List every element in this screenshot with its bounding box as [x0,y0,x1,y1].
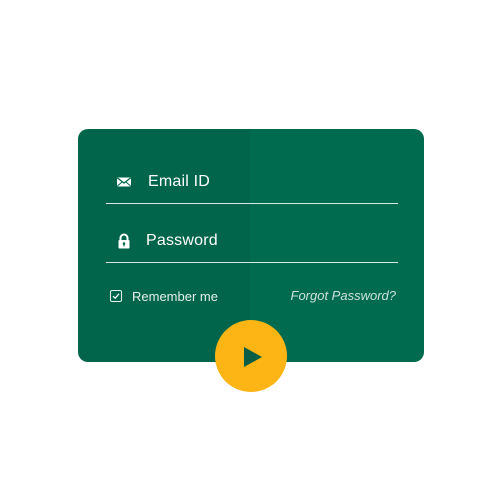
checkbox-box[interactable] [110,290,122,302]
login-widget: Email ID Password Remember me Forgot Pas… [0,0,500,500]
check-icon [112,293,120,300]
password-field-label: Password [146,232,218,249]
email-field[interactable]: Email ID [106,164,398,204]
lock-icon [116,233,132,249]
envelope-icon [116,174,132,190]
remember-me-label: Remember me [132,288,218,304]
play-icon [244,347,262,367]
forgot-password-link[interactable]: Forgot Password? [291,288,397,303]
remember-me-checkbox[interactable]: Remember me [110,287,218,305]
password-field[interactable]: Password [106,223,398,263]
email-field-label: Email ID [148,173,211,190]
submit-play-button[interactable] [215,320,287,392]
